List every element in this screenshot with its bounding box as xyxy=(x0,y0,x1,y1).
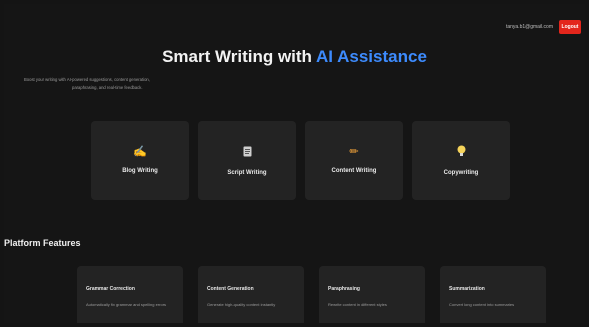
tool-card-copywriting[interactable]: Copywriting xyxy=(412,121,510,200)
feature-title: Content Generation xyxy=(207,286,254,292)
feature-card-paraphrasing: Paraphrasing Rewrite content in differen… xyxy=(319,266,425,323)
feature-card-grammar-correction: Grammar Correction Automatically fix gra… xyxy=(77,266,183,323)
user-email: tanya.b1@gmail.com xyxy=(505,24,553,30)
lightbulb-icon xyxy=(457,145,466,160)
feature-title: Paraphrasing xyxy=(328,286,360,292)
tool-card-content-writing[interactable]: ✏ Content Writing xyxy=(305,121,403,200)
tool-card-label: Content Writing xyxy=(331,168,377,174)
page-title-main: Smart Writing with xyxy=(162,47,317,66)
feature-description: Rewrite content in different styles xyxy=(328,302,387,307)
feature-title: Grammar Correction xyxy=(86,286,135,292)
page-title-accent: AI Assistance xyxy=(316,47,427,66)
feature-card-summarization: Summarization Convert long content into … xyxy=(440,266,546,323)
writing-tools: ✍ Blog Writing Script Writing ✏ Content … xyxy=(91,121,510,200)
logout-button[interactable]: Logout xyxy=(559,20,581,34)
features-list: Grammar Correction Automatically fix gra… xyxy=(77,266,546,323)
hand-writing-icon: ✍ xyxy=(133,146,147,158)
page-subtitle-line2: paraphrasing, and real-time feedback. xyxy=(72,85,143,90)
app-frame: tanya.b1@gmail.com Logout Smart Writing … xyxy=(4,4,585,323)
tool-card-blog-writing[interactable]: ✍ Blog Writing xyxy=(91,121,189,200)
feature-description: Convert long content into summaries xyxy=(449,302,515,307)
feature-description: Automatically fix grammar and spelling e… xyxy=(86,302,167,307)
feature-description: Generate high-quality content instantly xyxy=(207,302,276,307)
pencil-icon: ✏ xyxy=(349,146,359,158)
feature-card-content-generation: Content Generation Generate high-quality… xyxy=(198,266,304,323)
page-subtitle-line1: Boost your writing with AI-powered sugge… xyxy=(24,77,150,82)
features-section-title: Platform Features xyxy=(4,238,81,248)
top-bar: tanya.b1@gmail.com Logout xyxy=(506,20,581,34)
page-subtitle: Boost your writing with AI-powered sugge… xyxy=(24,76,244,92)
tool-card-script-writing[interactable]: Script Writing xyxy=(198,121,296,200)
tool-card-label: Blog Writing xyxy=(122,168,158,174)
page-title: Smart Writing with AI Assistance xyxy=(4,47,585,67)
tool-card-label: Script Writing xyxy=(227,169,267,176)
tool-card-label: Copywriting xyxy=(443,170,479,176)
script-icon xyxy=(243,146,252,160)
feature-title: Summarization xyxy=(449,286,485,292)
